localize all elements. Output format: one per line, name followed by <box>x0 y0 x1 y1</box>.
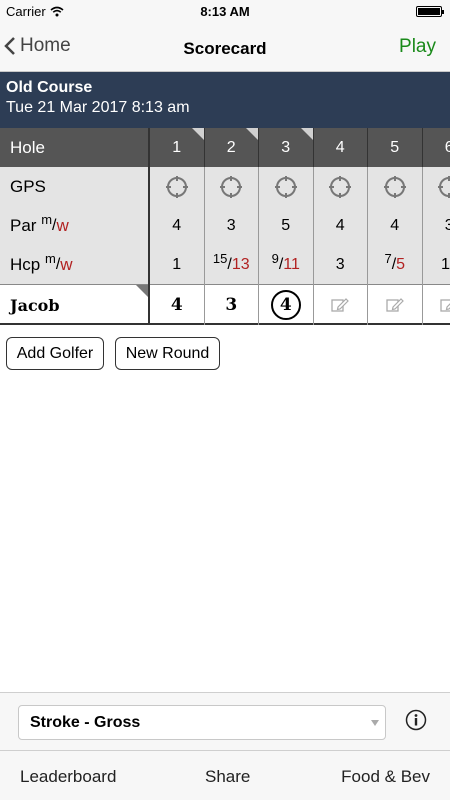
hole-row: Hole 1 2 3 4 5 6 <box>0 128 450 168</box>
gps-row: GPS <box>0 167 450 207</box>
scorecard-grid: Hole 1 2 3 4 5 6 GPS Par m / w 4 3 5 4 4 3… <box>0 128 450 326</box>
par-value: 4 <box>314 206 368 246</box>
par-label-text: Par <box>10 216 37 235</box>
tab-leaderboard[interactable]: Leaderboard <box>20 767 116 787</box>
score-cell-empty[interactable] <box>314 285 368 325</box>
course-header: Old Course Tue 21 Mar 2017 8:13 am <box>0 72 450 128</box>
player-row: Jacob 4 3 4 <box>0 285 450 325</box>
player-name[interactable]: Jacob <box>0 285 150 325</box>
men-marker: m <box>41 211 53 227</box>
gps-row-label: GPS <box>0 167 150 207</box>
par-value: 3 <box>423 206 450 246</box>
dropdown-arrow-icon <box>371 720 379 726</box>
gps-crosshair-icon <box>274 176 297 198</box>
hcp-row-label: Hcp m / w <box>0 245 150 285</box>
par-value: 4 <box>368 206 423 246</box>
hcp-value: 11 <box>423 245 450 285</box>
gps-crosshair-icon <box>220 176 243 198</box>
hcp-women: 5 <box>396 256 406 273</box>
edit-icon <box>386 298 404 312</box>
course-name: Old Course <box>6 79 93 96</box>
hole-header[interactable]: 1 <box>150 128 205 168</box>
gps-button[interactable] <box>368 167 423 207</box>
score-cell-empty[interactable] <box>423 285 450 325</box>
hcp-men: 9 <box>271 250 279 266</box>
gps-button[interactable] <box>205 167 259 207</box>
gps-crosshair-icon <box>383 176 406 198</box>
round-datetime: Tue 21 Mar 2017 8:13 am <box>6 99 190 116</box>
scoring-type-select[interactable]: Stroke - Gross <box>18 705 386 740</box>
women-marker: w <box>56 216 69 235</box>
par-value: 5 <box>259 206 314 246</box>
tab-share[interactable]: Share <box>205 767 250 787</box>
back-label: Home <box>20 35 71 56</box>
hcp-men: 7 <box>384 250 392 266</box>
hcp-value: 15/13 <box>205 245 259 285</box>
hcp-label-text: Hcp <box>10 255 41 274</box>
hcp-men: 1 <box>172 256 182 273</box>
info-icon[interactable] <box>405 709 427 731</box>
hcp-value: 9/11 <box>259 245 314 285</box>
gps-crosshair-icon <box>438 176 450 198</box>
hole-header[interactable]: 3 <box>259 128 314 168</box>
par-value: 3 <box>205 206 259 246</box>
battery-icon <box>416 6 444 17</box>
gps-button[interactable] <box>150 167 205 207</box>
par-value: 4 <box>150 206 205 246</box>
women-marker: w <box>60 255 73 274</box>
navigation-bar: Home Scorecard Play <box>0 22 450 72</box>
hcp-men: 11 <box>440 256 450 273</box>
edit-icon <box>440 299 450 312</box>
hole-row-label: Hole <box>0 128 150 168</box>
gps-button[interactable] <box>423 167 450 207</box>
score-cell[interactable]: 4 <box>150 285 205 325</box>
hcp-women: 13 <box>231 256 250 273</box>
add-golfer-button[interactable]: Add Golfer <box>6 337 104 370</box>
back-button[interactable]: Home <box>4 35 71 57</box>
hcp-row: Hcp m/w 1 15/13 9/11 3 7/5 11 <box>0 245 450 285</box>
par-circle-score: 4 <box>270 290 301 320</box>
par-row: Par m / w 4 3 5 4 4 3 <box>0 206 450 246</box>
tab-bar: Leaderboard Share Food & Bev <box>0 750 450 800</box>
gps-button[interactable] <box>314 167 368 207</box>
hole-header[interactable]: 5 <box>368 128 423 168</box>
hcp-value: 3 <box>314 245 368 285</box>
hole-header[interactable]: 4 <box>314 128 368 168</box>
hcp-men: 15 <box>212 250 228 266</box>
play-button[interactable]: Play <box>399 36 436 58</box>
gps-crosshair-icon <box>329 176 352 198</box>
hcp-value: 1 <box>150 245 205 285</box>
gps-crosshair-icon <box>165 176 188 198</box>
tab-food-bev[interactable]: Food & Bev <box>341 767 430 787</box>
scoring-type-value: Stroke - Gross <box>30 713 141 731</box>
men-marker: m <box>44 250 56 266</box>
hcp-men: 3 <box>335 256 345 273</box>
status-bar: Carrier 8:13 AM <box>0 0 450 22</box>
score-cell[interactable]: 4 <box>259 285 314 325</box>
hole-header[interactable]: 2 <box>205 128 259 168</box>
score-cell[interactable]: 3 <box>205 285 259 325</box>
score-cell-empty[interactable] <box>368 285 423 325</box>
chevron-left-icon <box>4 37 15 55</box>
hcp-value: 7/5 <box>368 245 423 285</box>
clock: 8:13 AM <box>200 4 250 19</box>
new-round-button[interactable]: New Round <box>115 337 220 370</box>
par-row-label: Par m / w <box>0 206 150 246</box>
hcp-women: 11 <box>283 256 300 273</box>
hole-header[interactable]: 6 <box>423 128 450 168</box>
gps-button[interactable] <box>259 167 314 207</box>
edit-icon <box>331 298 350 312</box>
scoring-bar: Stroke - Gross <box>0 692 450 750</box>
